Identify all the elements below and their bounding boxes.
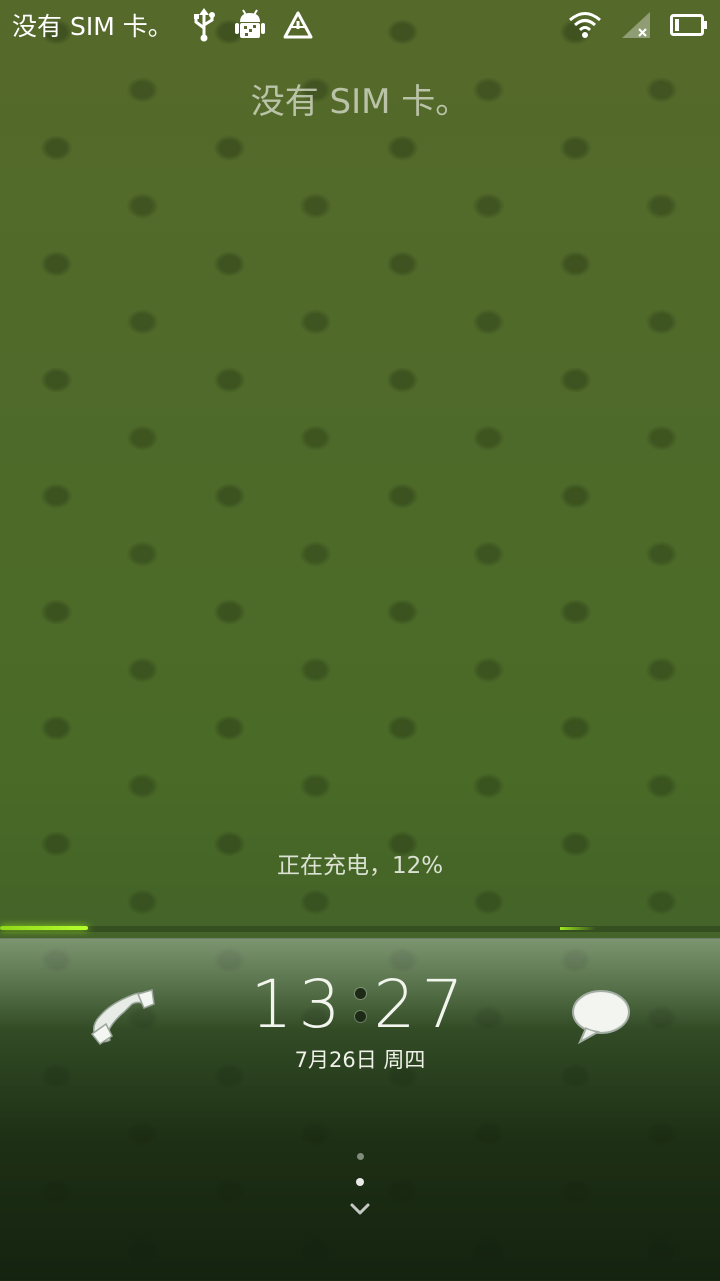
status-carrier-text: 没有 SIM 卡。 (12, 12, 173, 41)
clock-hours: 13 (250, 966, 347, 1043)
status-bar-left: 没有 SIM 卡。 (12, 7, 313, 43)
usb-icon (191, 8, 217, 42)
carrier-label: 没有 SIM 卡。 (250, 82, 470, 122)
clock-colon (354, 977, 366, 1033)
status-bar: 没有 SIM 卡。 (0, 0, 720, 50)
lockscreen-clock: 13 27 (0, 966, 720, 1043)
unlock-slider-glow-right (560, 927, 596, 930)
clock-minutes: 27 (373, 966, 470, 1043)
chevron-down-icon (350, 1203, 370, 1215)
scroll-hint-dot-active (356, 1178, 364, 1186)
charging-status: 正在充电，12% (276, 853, 444, 879)
warning-triangle-icon (283, 11, 313, 39)
no-signal-icon (620, 10, 652, 40)
wifi-icon (568, 10, 602, 40)
unlock-slider-glow-left (0, 926, 88, 930)
battery-icon (670, 13, 708, 37)
scroll-hint[interactable] (350, 1150, 370, 1220)
scroll-hint-dot (356, 1153, 364, 1160)
unlock-slider-track[interactable] (0, 926, 720, 932)
status-bar-right (568, 10, 708, 40)
lockscreen-date: 7月26日 周四 (294, 1048, 426, 1072)
android-debug-icon (234, 8, 265, 42)
